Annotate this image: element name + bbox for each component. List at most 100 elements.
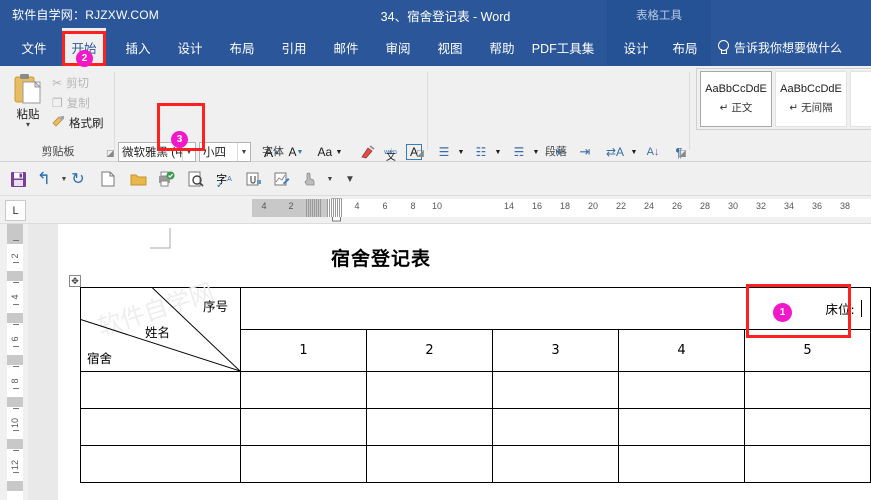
annotation-badge-3: 3 — [171, 131, 188, 148]
group-separator-3 — [689, 72, 690, 150]
paste-button[interactable]: 粘贴 ▾ — [6, 70, 50, 136]
annotation-badge-1: 1 — [773, 303, 792, 322]
col-num-1[interactable]: 1 — [240, 329, 367, 372]
edit-chart-button[interactable] — [270, 168, 294, 190]
horizontal-ruler[interactable]: 42 24681014161820222426283032343638 — [0, 196, 871, 224]
style-preview-no-spacing: AaBbCcDdE — [780, 83, 842, 95]
dorm-registration-table[interactable]: 软件自学网 序号 姓名 宿舍 床位: 1 2 3 4 5 — [80, 278, 871, 483]
col-num-4[interactable]: 4 — [618, 329, 745, 372]
ribbon-tab-8[interactable]: 视图 — [430, 28, 470, 66]
ribbon-tab-strip: 文件 开始 插入 设计 布局 引用 邮件 审阅 视图 帮助 PDF工具集 设计 布局 告诉我你想要做什么 — [0, 28, 871, 66]
hruler-tick-17: 38 — [839, 201, 850, 211]
table-cell[interactable] — [366, 371, 493, 409]
ribbon-tab-9[interactable]: 帮助 — [482, 28, 522, 66]
ribbon-tab-5[interactable]: 引用 — [274, 28, 314, 66]
hruler-tick-11: 26 — [671, 201, 682, 211]
clipboard-dialog-launcher[interactable]: ◪ — [106, 149, 115, 158]
table-cell[interactable] — [80, 445, 241, 483]
header-label-dorm: 宿舍 — [87, 351, 113, 366]
vertical-ruler[interactable]: 2 4 6 8 10 12 — [0, 224, 28, 500]
table-cell[interactable] — [618, 445, 745, 483]
table-cell[interactable] — [80, 408, 241, 446]
vruler-tick-2: 6 — [10, 336, 20, 342]
style-item-heading[interactable]: AAB 标 — [850, 71, 871, 127]
quick-print-button[interactable] — [154, 168, 178, 190]
col-num-3[interactable]: 3 — [492, 329, 619, 372]
title-bar: 软件自学网：RJZXW.COM 34、宿舍登记表 - Word 表格工具 — [0, 0, 871, 28]
table-cell[interactable] — [80, 371, 241, 409]
new-document-button[interactable] — [96, 168, 120, 190]
diagonal-header-cell[interactable]: 软件自学网 序号 姓名 宿舍 — [80, 278, 241, 372]
redo-button[interactable]: ↻ — [66, 168, 90, 190]
save-button[interactable] — [6, 168, 30, 190]
table-move-handle[interactable]: ✥ — [69, 275, 81, 287]
spelling-check-button[interactable]: 字A ✓ — [212, 168, 236, 191]
tell-me-box[interactable]: 告诉我你想要做什么 — [716, 28, 842, 66]
ribbon-tab-4[interactable]: 布局 — [222, 28, 262, 66]
bed-header-inner: 床位: — [825, 288, 862, 329]
hruler-tick-9: 22 — [615, 201, 626, 211]
tab-stop-selector-button[interactable]: L — [5, 200, 26, 221]
copy-button: ❐ 复制 — [52, 93, 90, 112]
table-cell[interactable] — [240, 371, 367, 409]
word-application-window: 软件自学网：RJZXW.COM 34、宿舍登记表 - Word 表格工具 文件开… — [0, 0, 871, 500]
table-row-header: 软件自学网 序号 姓名 宿舍 床位: — [80, 278, 871, 372]
ribbon-tab-11[interactable]: 设计 — [616, 28, 656, 66]
vruler-band-0 — [7, 271, 23, 281]
text-cursor — [860, 300, 862, 317]
vruler-dash-1 — [13, 262, 19, 263]
lightbulb-icon — [716, 39, 729, 55]
vruler-dash-10 — [13, 450, 19, 451]
ribbon-tab-7[interactable]: 审阅 — [378, 28, 418, 66]
table-cell[interactable] — [618, 371, 745, 409]
open-file-button[interactable] — [126, 168, 150, 190]
format-painter-button[interactable]: 格式刷 — [52, 113, 104, 132]
table-cell[interactable] — [492, 445, 619, 483]
table-cell[interactable] — [618, 408, 745, 446]
clipboard-group-label: 剪贴板 — [41, 146, 75, 158]
table-cell[interactable] — [492, 408, 619, 446]
vruler-dash-6 — [13, 366, 19, 367]
tell-me-label: 告诉我你想要做什么 — [734, 40, 843, 55]
style-item-no-spacing[interactable]: AaBbCcDdE ↵ 无间隔 — [775, 71, 847, 127]
table-cell[interactable] — [492, 371, 619, 409]
hruler-hatch-indent — [327, 199, 343, 217]
hruler-tick-6: 16 — [531, 201, 542, 211]
font-dialog-launcher[interactable]: ◪ — [416, 149, 425, 158]
hruler-tick-15: 34 — [783, 201, 794, 211]
table-row[interactable] — [80, 371, 871, 409]
table-cell[interactable] — [240, 408, 367, 446]
ribbon-tab-2[interactable]: 插入 — [118, 28, 158, 66]
table-cell[interactable] — [744, 445, 871, 483]
document-page[interactable]: 宿舍登记表 ✥ 软件自学网 序号 姓名 宿舍 床位: 1 2 3 4 5 — [58, 224, 871, 500]
hruler-tick-8: 20 — [587, 201, 598, 211]
ribbon-tab-10[interactable]: PDF工具集 — [530, 28, 596, 66]
paragraph-dialog-launcher[interactable]: ◪ — [678, 149, 687, 158]
style-item-body[interactable]: AaBbCcDdE ↵ 正文 — [700, 71, 772, 127]
ribbon-tab-6[interactable]: 邮件 — [326, 28, 366, 66]
attach-file-button[interactable] — [242, 168, 266, 190]
ribbon-tab-0[interactable]: 文件 — [14, 28, 54, 66]
bed-label: 床位: — [825, 302, 855, 317]
paste-dropdown-caret[interactable]: ▾ — [26, 121, 30, 129]
customize-qat-button[interactable]: ▼ — [338, 168, 362, 190]
table-cell[interactable] — [366, 408, 493, 446]
vruler-band-2 — [7, 355, 23, 365]
print-preview-button[interactable] — [184, 168, 208, 190]
ribbon-tab-3[interactable]: 设计 — [170, 28, 210, 66]
table-cell[interactable] — [744, 408, 871, 446]
header-label-name: 姓名 — [145, 325, 171, 340]
table-row[interactable] — [80, 445, 871, 483]
vruler-band-5 — [7, 481, 23, 491]
vruler-band-4 — [7, 439, 23, 449]
table-cell[interactable] — [744, 371, 871, 409]
table-row[interactable] — [80, 408, 871, 446]
ribbon-tab-12[interactable]: 布局 — [665, 28, 705, 66]
ribbon: 粘贴 ▾ ✂ 剪切 ❐ 复制 格式刷 剪贴板 ◪ 微软雅黑 (中文 ▼ — [0, 66, 871, 196]
vruler-tick-1: 4 — [10, 294, 20, 300]
table-cell[interactable] — [366, 445, 493, 483]
table-cell[interactable] — [240, 445, 367, 483]
hruler-tick-16: 36 — [811, 201, 822, 211]
col-num-2[interactable]: 2 — [366, 329, 493, 372]
col-num-5[interactable]: 5 — [744, 329, 871, 372]
